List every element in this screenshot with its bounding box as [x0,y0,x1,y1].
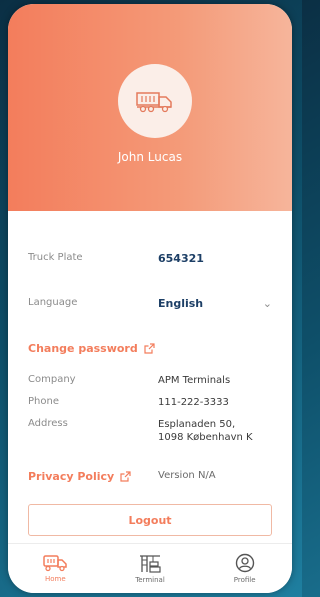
nav-profile-label: Profile [233,576,256,584]
address-line-2: 1098 København K [158,432,253,443]
nav-home[interactable]: Home [8,544,103,593]
logout-button[interactable]: Logout [28,504,272,536]
truck-plate-value: 654321 [158,252,204,265]
nav-terminal-label: Terminal [135,576,165,584]
truck-icon [43,555,68,572]
version-text: Version N/A [158,470,216,481]
language-select[interactable]: Language English ⌄ [28,297,272,313]
change-password-link[interactable]: Change password [28,342,155,355]
profile-icon [235,553,254,573]
change-password-label: Change password [28,342,138,355]
address-line-1: Esplanaden 50, [158,419,236,430]
phone-label: Phone [28,396,59,407]
profile-header: John Lucas [8,4,292,211]
language-label: Language [28,297,78,308]
phone-value: 111-222-3333 [158,397,229,408]
user-name: John Lucas [117,150,183,164]
company-value: APM Terminals [158,375,231,386]
nav-terminal[interactable]: Terminal [103,544,198,593]
phone-row: Phone 111-222-3333 [28,396,272,410]
address-row: Address Esplanaden 50, 1098 København K [28,418,272,446]
external-link-icon [144,343,155,354]
chevron-down-icon: ⌄ [262,297,272,310]
nav-home-label: Home [45,575,66,583]
profile-screen: John Lucas Truck Plate 654321 Language E… [8,4,292,593]
external-link-icon [120,471,131,482]
nav-profile[interactable]: Profile [197,544,292,593]
truck-plate-row: Truck Plate 654321 [28,252,272,268]
privacy-policy-label: Privacy Policy [28,470,115,483]
crane-icon [140,555,161,573]
truck-avatar [118,64,192,138]
company-row: Company APM Terminals [28,374,272,388]
header-divider [8,211,292,221]
truck-plate-label: Truck Plate [28,252,83,263]
privacy-policy-link[interactable]: Privacy Policy [28,470,131,483]
language-value: English [158,297,204,310]
company-label: Company [28,374,76,385]
address-label: Address [28,418,68,429]
truck-icon [136,92,172,113]
address-value: Esplanaden 50, 1098 København K [158,418,253,444]
bottom-nav: Home Terminal Profile [8,543,292,593]
